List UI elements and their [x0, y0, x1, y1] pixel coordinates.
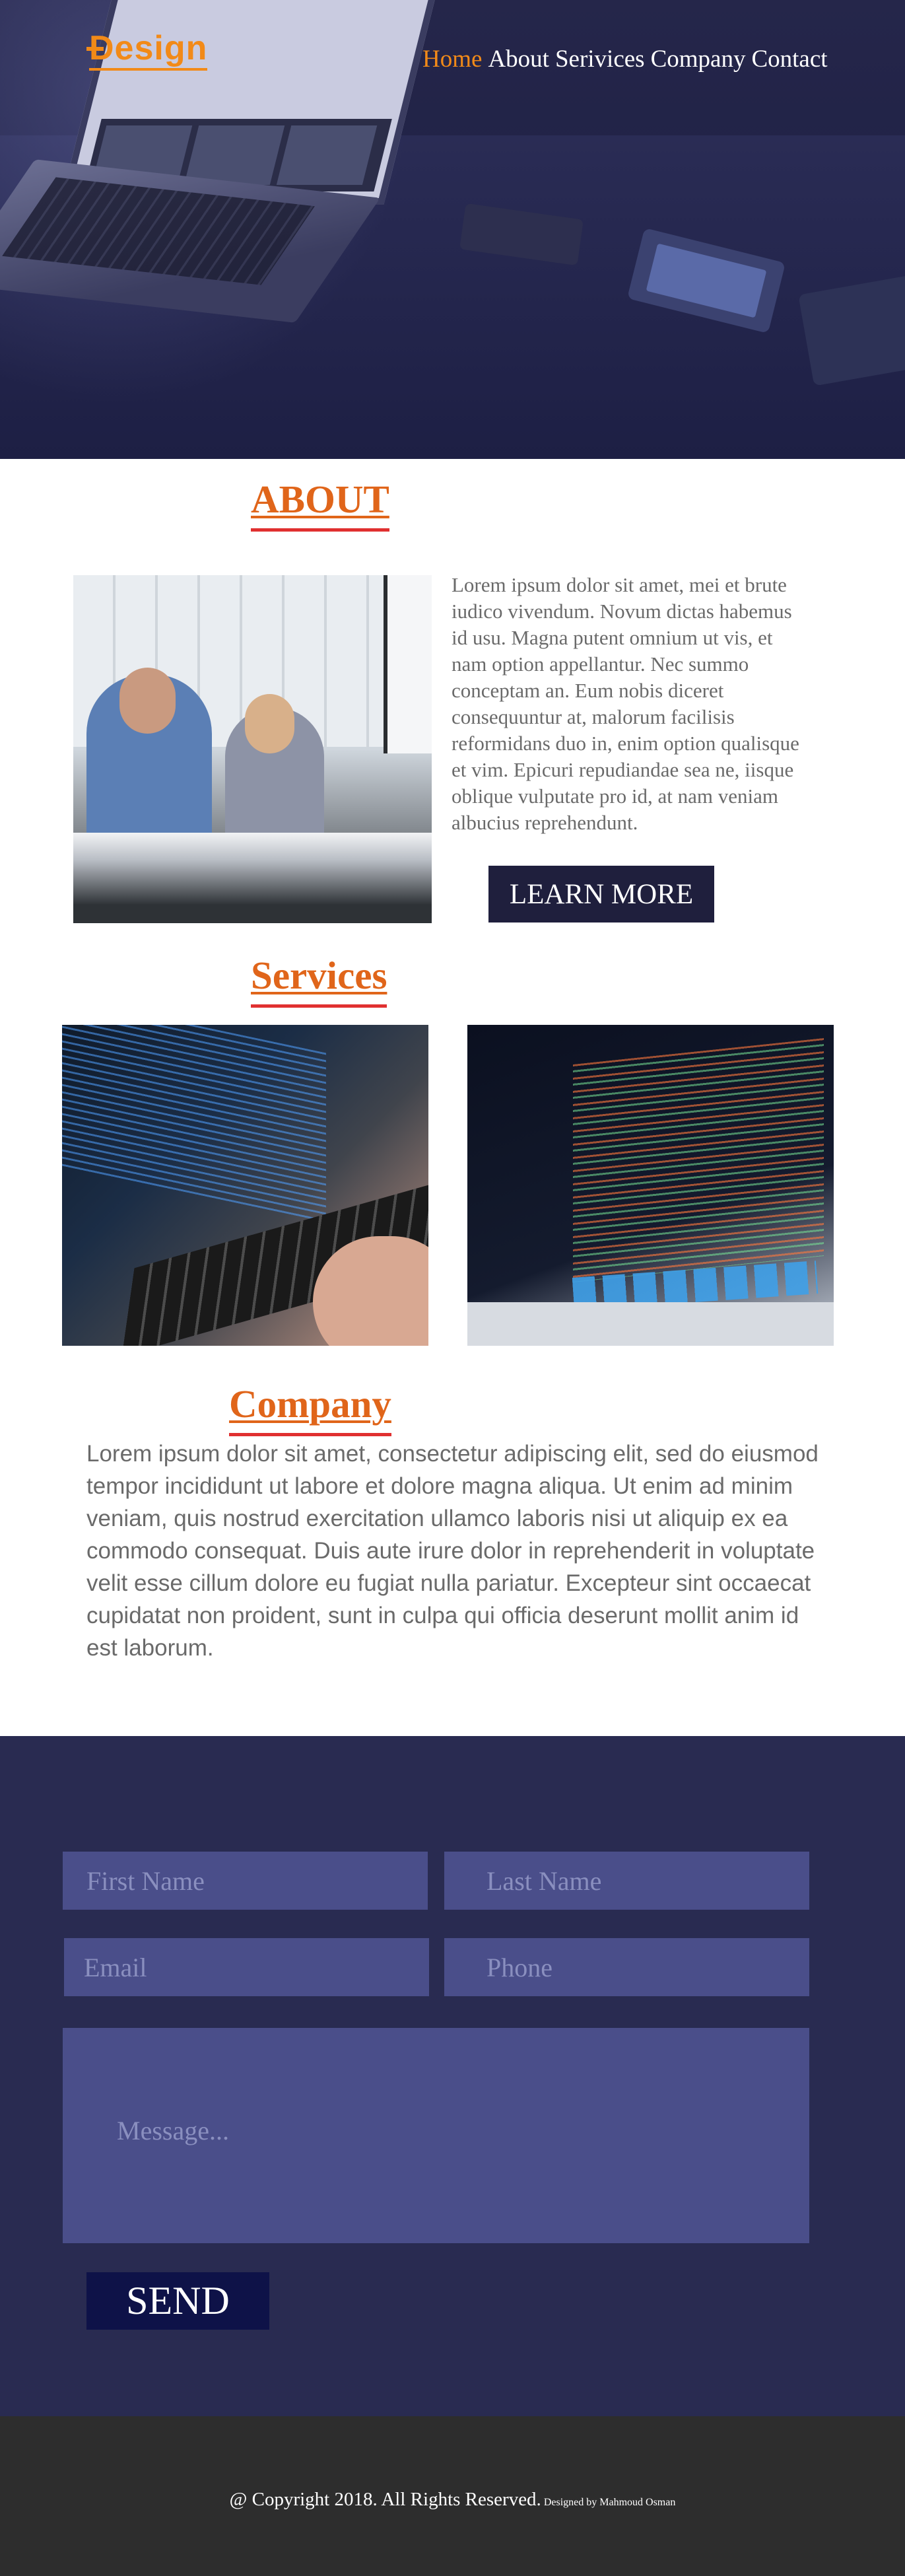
designer-credit: Designed by Mahmoud Osman [543, 2497, 676, 2508]
about-title: ABOUT [251, 477, 389, 532]
screen-thumbnail [184, 125, 285, 185]
code-lines [573, 1038, 824, 1282]
about-text: Lorem ipsum dolor sit amet, mei et brute… [452, 573, 799, 834]
code-lines [62, 1025, 326, 1225]
learn-more-button[interactable]: LEARN MORE [488, 866, 714, 922]
last-name-field[interactable]: Last Name [444, 1852, 809, 1910]
screen-thumbnail [276, 125, 378, 185]
company-text: Lorem ipsum dolor sit amet, consectetur … [86, 1441, 819, 1661]
nav-item-services[interactable]: Serivices [555, 45, 645, 73]
site-logo[interactable]: Design [86, 29, 208, 71]
photo-person-head [119, 668, 176, 734]
service-image-coding-laptop [62, 1025, 428, 1346]
logo-text: Design [86, 29, 208, 67]
nav-item-company[interactable]: Company [651, 45, 746, 73]
hero-banner: Design Home About Serivices Company Cont… [0, 0, 905, 459]
service-image-code-editor [467, 1025, 834, 1346]
laptop-bezel [467, 1302, 834, 1346]
first-name-field[interactable]: First Name [63, 1852, 428, 1910]
main-nav: Home About Serivices Company Contact [422, 45, 828, 73]
send-button[interactable]: SEND [86, 2272, 269, 2330]
message-field[interactable]: Message... [63, 2028, 809, 2243]
photo-person-head [245, 694, 294, 753]
copyright-text: @ Copyright 2018. All Rights Reserved. [229, 2489, 541, 2510]
company-title: Company [229, 1382, 391, 1436]
about-team-photo [73, 575, 432, 923]
photo-monitor [384, 575, 432, 753]
copyright-line: @ Copyright 2018. All Rights Reserved. De… [0, 2489, 905, 2511]
photo-desk [73, 833, 432, 923]
nav-item-home[interactable]: Home [422, 45, 482, 73]
nav-item-about[interactable]: About [488, 45, 549, 73]
services-title: Services [251, 954, 387, 1008]
phone-field[interactable]: Phone [444, 1938, 809, 1996]
nav-item-contact[interactable]: Contact [751, 45, 827, 73]
phone-screen [646, 243, 767, 318]
email-field[interactable]: Email [64, 1938, 429, 1996]
